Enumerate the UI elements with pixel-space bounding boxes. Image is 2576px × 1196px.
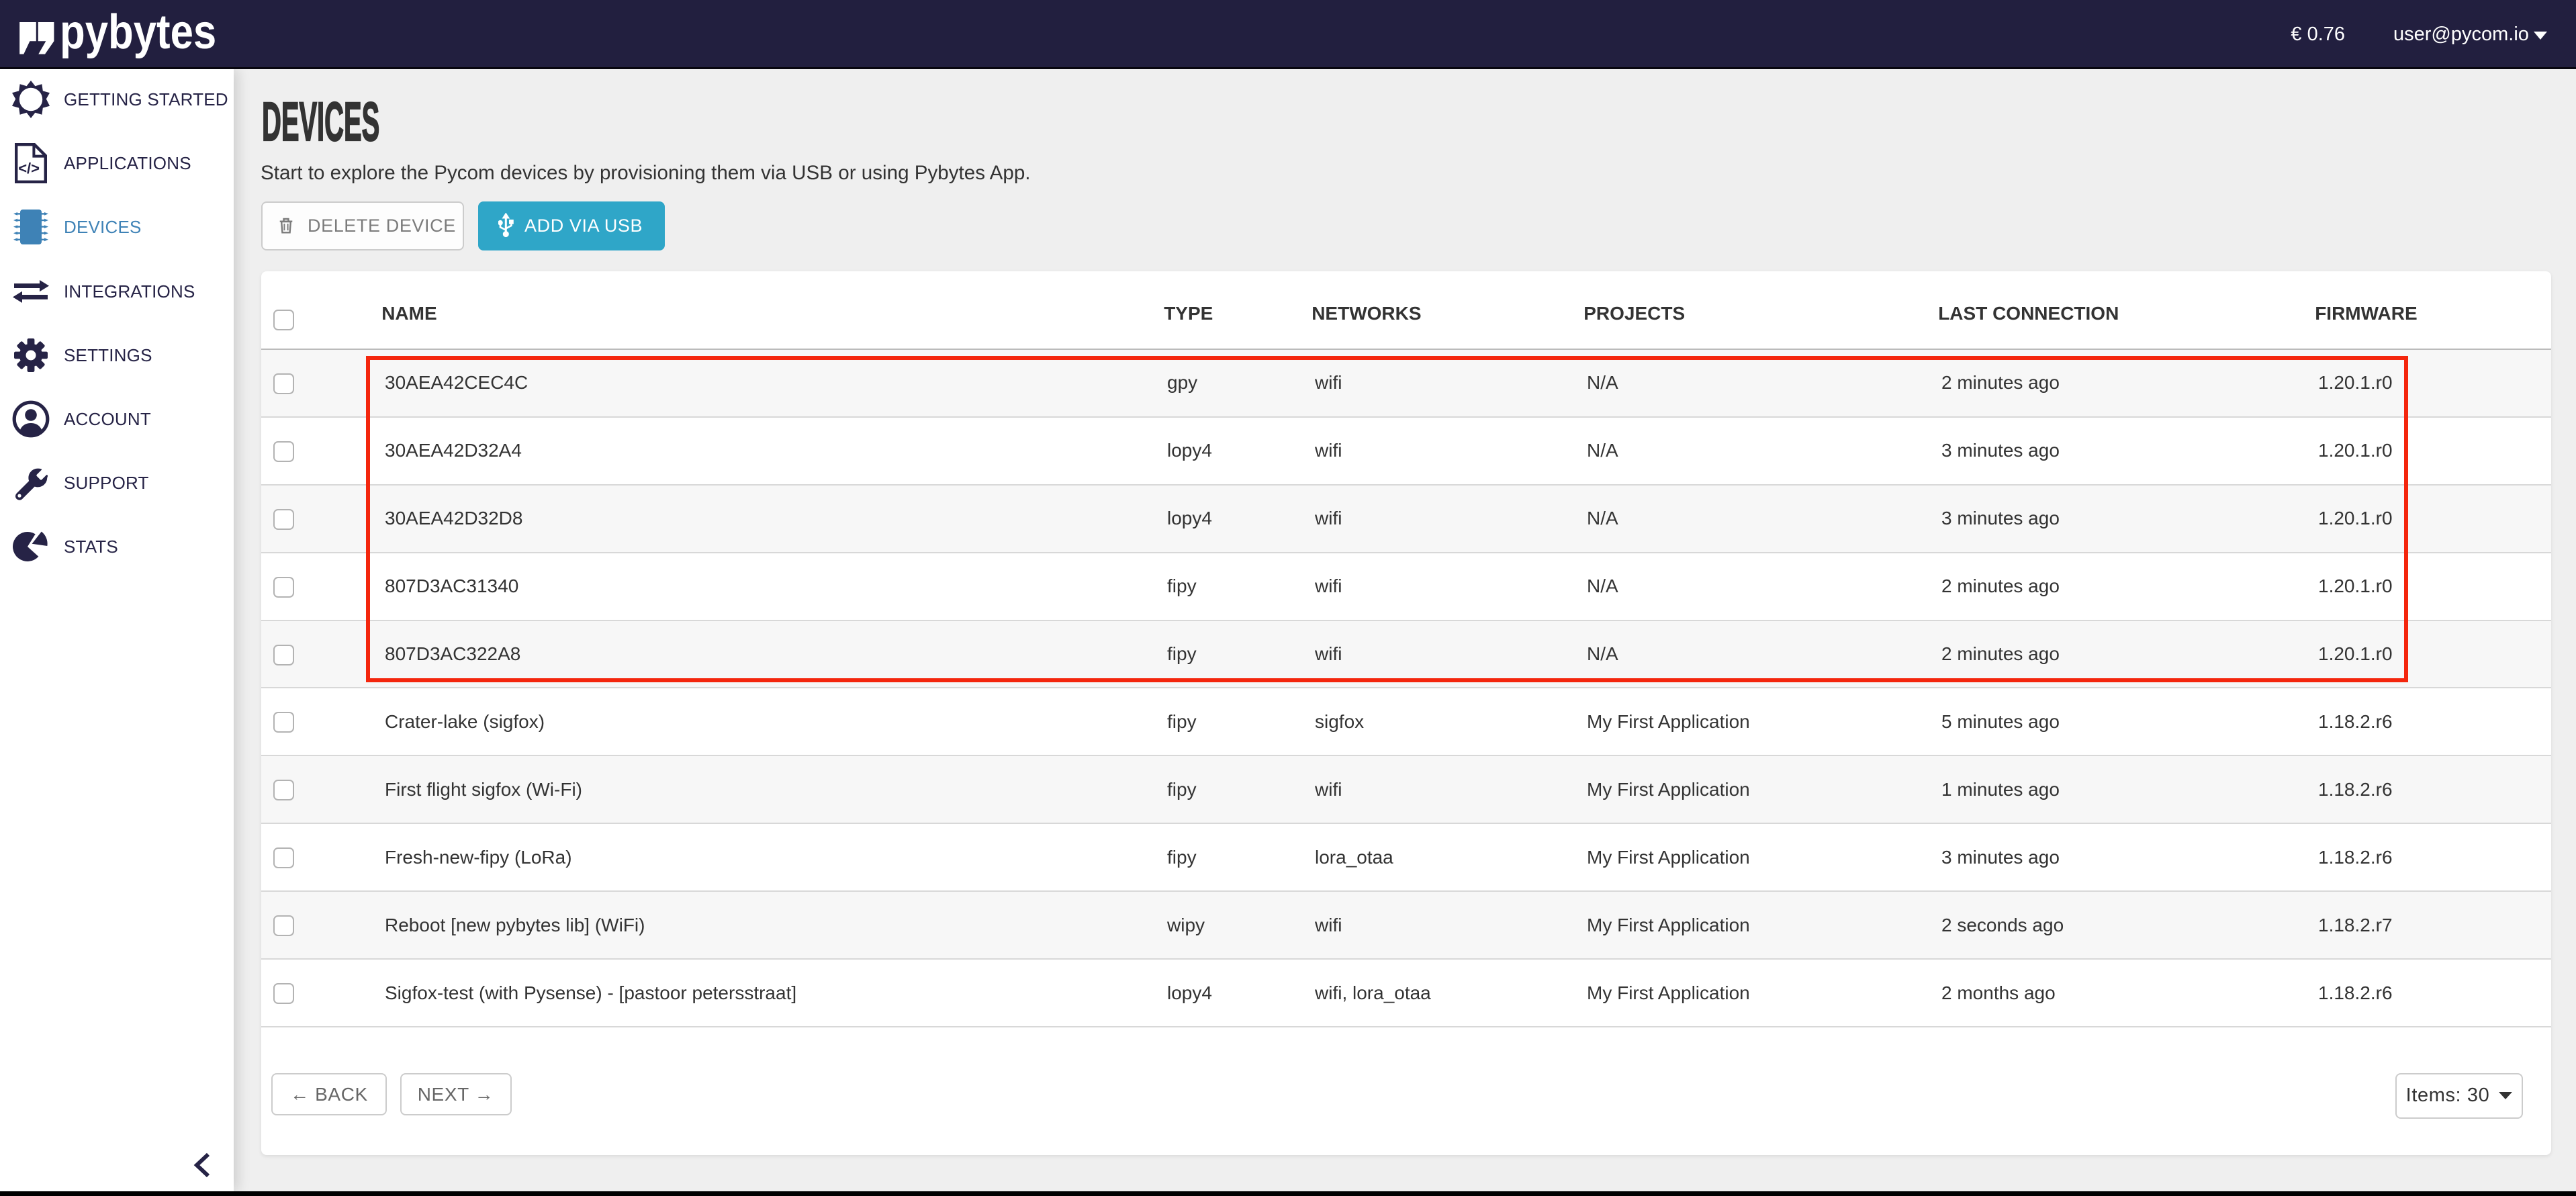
svg-text:</>: </> bbox=[18, 160, 40, 177]
